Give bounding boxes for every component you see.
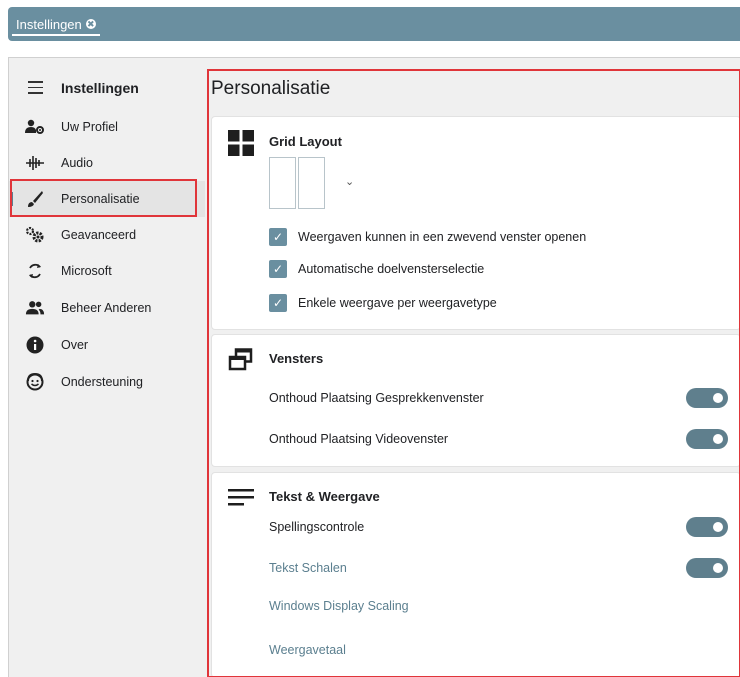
main-area: Instellingen Uw Profiel Audio Personalis… <box>8 57 740 677</box>
support-icon <box>25 372 45 392</box>
sidebar-item-label: Beheer Anderen <box>61 301 152 315</box>
sidebar-item-geavanceerd[interactable]: Geavanceerd <box>9 217 205 253</box>
sidebar-item-uw-profiel[interactable]: Uw Profiel <box>9 109 205 145</box>
users-icon <box>25 298 45 318</box>
sidebar-item-over[interactable]: Over <box>9 327 205 363</box>
user-settings-icon <box>25 117 45 137</box>
sidebar-item-beheer-anderen[interactable]: Beheer Anderen <box>9 290 205 326</box>
sidebar-item-label: Geavanceerd <box>61 228 137 242</box>
gears-icon <box>25 225 45 245</box>
tab-label: Instellingen <box>16 16 82 32</box>
info-icon <box>25 335 45 355</box>
sidebar-header: Instellingen <box>9 76 205 100</box>
sidebar: Instellingen Uw Profiel Audio Personalis… <box>9 58 205 677</box>
sidebar-item-label: Uw Profiel <box>61 120 118 134</box>
sidebar-item-label: Over <box>61 338 89 352</box>
sidebar-item-label: Ondersteuning <box>61 375 144 389</box>
tab-instellingen[interactable]: Instellingen ✖ <box>8 7 104 41</box>
highlight-box-content <box>207 69 740 677</box>
sidebar-item-label: Audio <box>61 156 93 170</box>
hamburger-menu-icon[interactable] <box>28 81 43 94</box>
sidebar-item-microsoft[interactable]: Microsoft <box>9 253 205 289</box>
highlight-box-sidebar <box>10 179 197 217</box>
sidebar-item-label: Microsoft <box>61 264 112 278</box>
tab-bar: Instellingen ✖ <box>8 7 740 41</box>
audio-wave-icon <box>25 153 45 173</box>
sidebar-item-ondersteuning[interactable]: Ondersteuning <box>9 364 205 400</box>
close-icon[interactable]: ✖ <box>85 19 96 29</box>
tab-active-indicator <box>12 34 100 36</box>
sidebar-item-audio[interactable]: Audio <box>9 145 205 181</box>
sync-icon <box>25 261 45 281</box>
sidebar-title: Instellingen <box>61 80 139 96</box>
